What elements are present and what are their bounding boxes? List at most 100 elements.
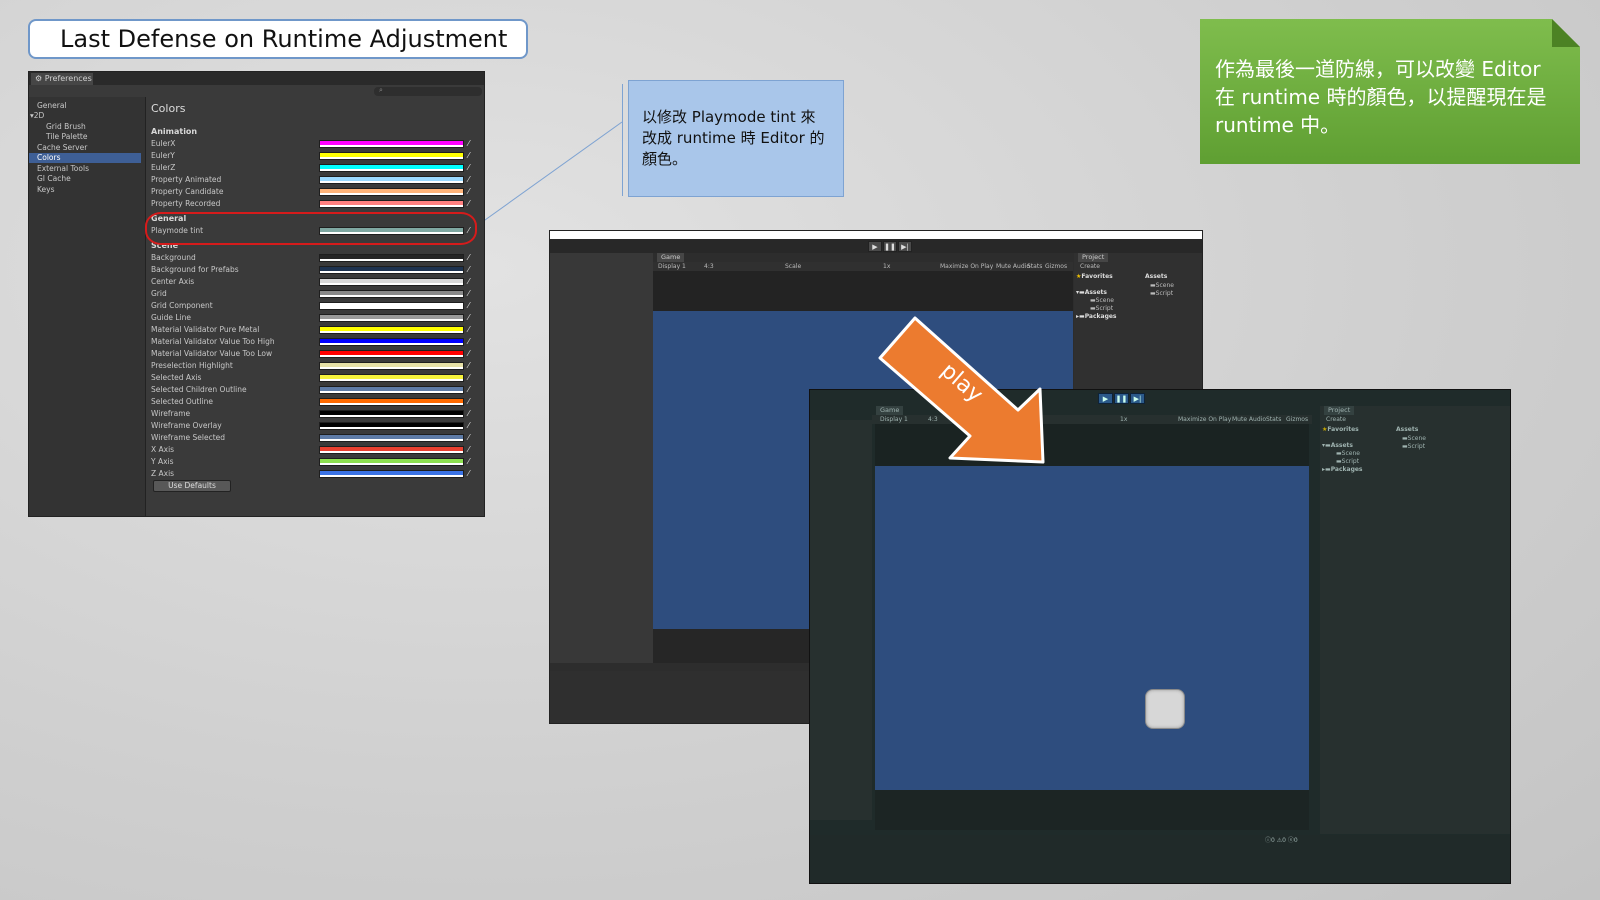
color-swatch-selected-axis[interactable]	[319, 374, 464, 382]
eyedropper-icon[interactable]: ⁄	[468, 373, 469, 383]
color-label-material-validator-pure-metal: Material Validator Pure Metal	[151, 325, 260, 334]
color-swatch-material-validator-pure-metal[interactable]	[319, 326, 464, 334]
sidebar-item-cache-server[interactable]: Cache Server	[37, 143, 87, 153]
color-swatch-background[interactable]	[319, 254, 464, 262]
create-dropdown[interactable]: Create	[1326, 416, 1346, 424]
preferences-tab[interactable]: ⚙ Preferences	[31, 73, 93, 85]
aspect-dropdown[interactable]: 4:3	[704, 263, 714, 271]
color-swatch-material-validator-value-too-low[interactable]	[319, 350, 464, 358]
color-swatch-preselection-highlight[interactable]	[319, 362, 464, 370]
gizmos-dropdown[interactable]: Gizmos	[1045, 263, 1067, 271]
eyedropper-icon[interactable]: ⁄	[468, 325, 469, 335]
sidebar-item-keys[interactable]: Keys	[37, 185, 55, 195]
color-swatch-selected-outline[interactable]	[319, 398, 464, 406]
color-swatch-center-axis[interactable]	[319, 278, 464, 286]
stats-toggle[interactable]: Stats	[1266, 416, 1281, 424]
color-swatch-selected-children-outline[interactable]	[319, 386, 464, 394]
eyedropper-icon[interactable]: ⁄	[468, 397, 469, 407]
eyedropper-icon[interactable]: ⁄	[468, 187, 469, 197]
favorites-item[interactable]: ★Favorites	[1076, 273, 1113, 281]
color-swatch-property-animated[interactable]	[319, 176, 464, 184]
tree-script[interactable]: ▬Script	[1090, 305, 1113, 313]
color-swatch-y-axis[interactable]	[319, 458, 464, 466]
gizmos-dropdown[interactable]: Gizmos	[1286, 416, 1308, 424]
eyedropper-icon[interactable]: ⁄	[468, 385, 469, 395]
step-button[interactable]: ▶|	[1130, 393, 1145, 404]
eyedropper-icon[interactable]: ⁄	[468, 409, 469, 419]
sidebar-item-grid-brush[interactable]: Grid Brush	[46, 122, 86, 132]
eyedropper-icon[interactable]: ⁄	[468, 469, 469, 479]
color-swatch-wireframe-selected[interactable]	[319, 434, 464, 442]
pause-button[interactable]: ❚❚	[883, 241, 897, 252]
favorites-item[interactable]: ★Favorites	[1322, 426, 1359, 434]
color-swatch-wireframe-overlay[interactable]	[319, 422, 464, 430]
sidebar-item-2d[interactable]: ▾2D	[30, 111, 44, 121]
maximize-on-play-toggle[interactable]: Maximize On Play	[940, 263, 993, 271]
color-swatch-x-axis[interactable]	[319, 446, 464, 454]
tree-scene[interactable]: ▬Scene	[1090, 297, 1114, 305]
eyedropper-icon[interactable]: ⁄	[468, 175, 469, 185]
display-dropdown[interactable]: Display 1	[658, 263, 686, 271]
eyedropper-icon[interactable]: ⁄	[468, 301, 469, 311]
blue-callout: 以修改 Playmode tint 來改成 runtime 時 Editor 的…	[628, 80, 844, 197]
sidebar-item-colors[interactable]: Colors	[29, 153, 141, 163]
eyedropper-icon[interactable]: ⁄	[468, 313, 469, 323]
use-defaults-button[interactable]: Use Defaults	[153, 480, 231, 492]
color-swatch-eulery[interactable]	[319, 152, 464, 160]
eyedropper-icon[interactable]: ⁄	[468, 163, 469, 173]
tree-packages[interactable]: ▸▬Packages	[1076, 313, 1117, 321]
asset-script[interactable]: ▬Script	[1402, 443, 1425, 451]
color-swatch-guide-line[interactable]	[319, 314, 464, 322]
eyedropper-icon[interactable]: ⁄	[468, 433, 469, 443]
eyedropper-icon[interactable]: ⁄	[468, 349, 469, 359]
pause-button[interactable]: ❚❚	[1114, 393, 1129, 404]
color-swatch-material-validator-value-too-high[interactable]	[319, 338, 464, 346]
tree-script[interactable]: ▬Script	[1336, 458, 1359, 466]
color-swatch-z-axis[interactable]	[319, 470, 464, 478]
preferences-search-input[interactable]	[374, 87, 482, 96]
color-swatch-grid-component[interactable]	[319, 302, 464, 310]
color-swatch-property-recorded[interactable]	[319, 200, 464, 208]
step-button[interactable]: ▶|	[898, 241, 912, 252]
tree-assets[interactable]: ▾▬Assets	[1322, 442, 1353, 450]
eyedropper-icon[interactable]: ⁄	[468, 361, 469, 371]
mute-audio-toggle[interactable]: Mute Audio	[996, 263, 1030, 271]
color-swatch-eulerx[interactable]	[319, 140, 464, 148]
mute-audio-toggle[interactable]: Mute Audio	[1232, 416, 1266, 424]
tab-project[interactable]: Project	[1078, 253, 1109, 262]
tab-project[interactable]: Project	[1324, 406, 1355, 415]
eyedropper-icon[interactable]: ⁄	[468, 457, 469, 467]
sidebar-item-gi-cache[interactable]: GI Cache	[37, 174, 71, 184]
color-swatch-grid[interactable]	[319, 290, 464, 298]
sidebar-item-general[interactable]: General	[37, 101, 67, 111]
eyedropper-icon[interactable]: ⁄	[468, 199, 469, 209]
color-swatch-background-for-prefabs[interactable]	[319, 266, 464, 274]
eyedropper-icon[interactable]: ⁄	[468, 337, 469, 347]
eyedropper-icon[interactable]: ⁄	[468, 151, 469, 161]
play-button[interactable]: ▶	[868, 241, 882, 252]
tab-game[interactable]: Game	[657, 253, 685, 262]
eyedropper-icon[interactable]: ⁄	[468, 421, 469, 431]
play-button-active[interactable]: ▶	[1098, 393, 1113, 404]
color-swatch-eulerz[interactable]	[319, 164, 464, 172]
tree-scene[interactable]: ▬Scene	[1336, 450, 1360, 458]
stats-toggle[interactable]: Stats	[1027, 263, 1042, 271]
maximize-on-play-toggle[interactable]: Maximize On Play	[1178, 416, 1231, 424]
asset-script[interactable]: ▬Script	[1150, 290, 1173, 298]
eyedropper-icon[interactable]: ⁄	[468, 253, 469, 263]
eyedropper-icon[interactable]: ⁄	[468, 277, 469, 287]
asset-scene[interactable]: ▬Scene	[1402, 435, 1426, 443]
color-swatch-property-candidate[interactable]	[319, 188, 464, 196]
create-dropdown[interactable]: Create	[1080, 263, 1100, 271]
sidebar-item-external-tools[interactable]: External Tools	[37, 164, 89, 174]
alpha-bar	[320, 283, 463, 285]
tree-assets[interactable]: ▾▬Assets	[1076, 289, 1107, 297]
sidebar-item-tile-palette[interactable]: Tile Palette	[46, 132, 88, 142]
tree-packages[interactable]: ▸▬Packages	[1322, 466, 1363, 474]
eyedropper-icon[interactable]: ⁄	[468, 445, 469, 455]
eyedropper-icon[interactable]: ⁄	[468, 265, 469, 275]
asset-scene[interactable]: ▬Scene	[1150, 282, 1174, 290]
eyedropper-icon[interactable]: ⁄	[468, 139, 469, 149]
color-swatch-wireframe[interactable]	[319, 410, 464, 418]
eyedropper-icon[interactable]: ⁄	[468, 289, 469, 299]
